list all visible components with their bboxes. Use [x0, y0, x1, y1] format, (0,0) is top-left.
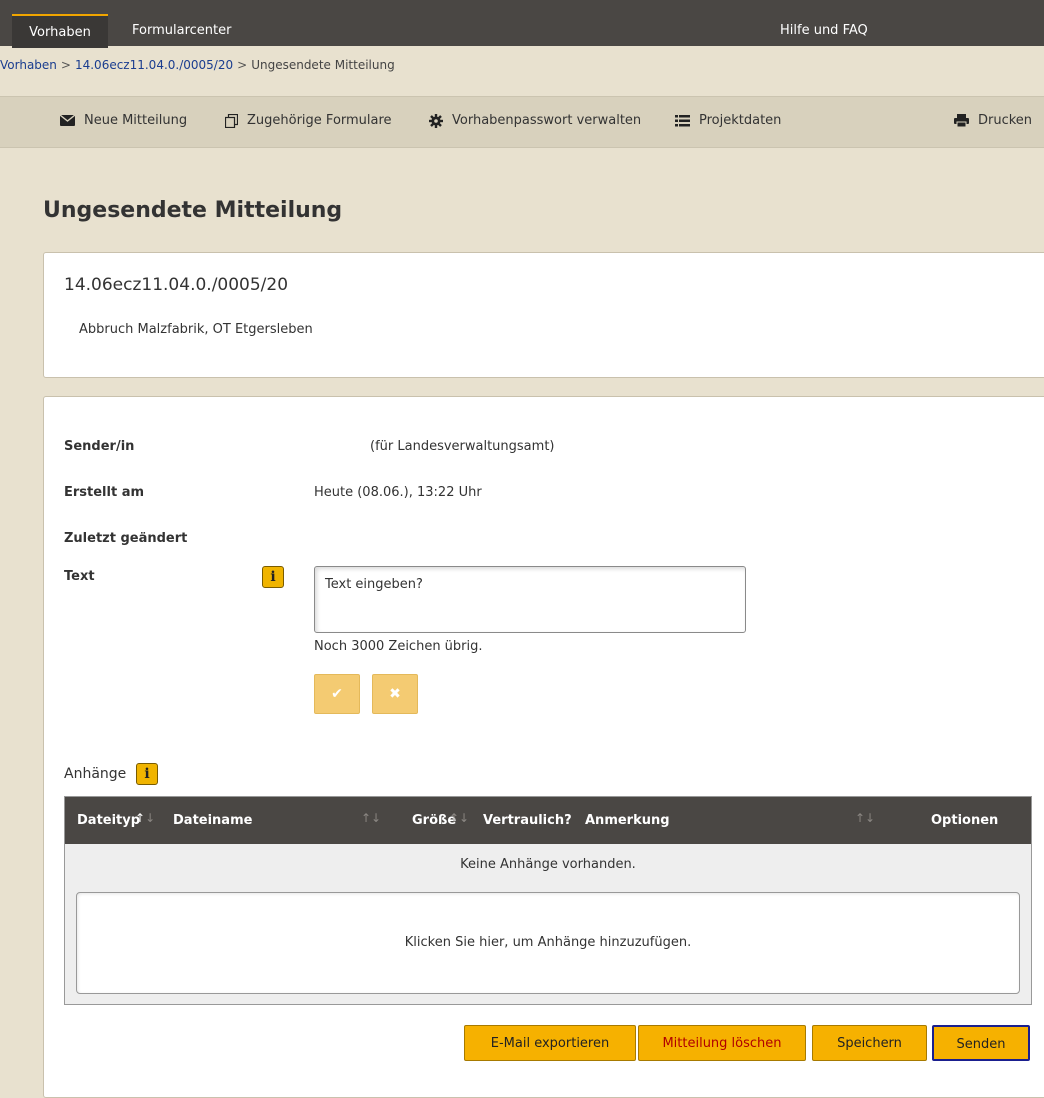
- no-attachments-message: Keine Anhänge vorhanden.: [460, 857, 636, 872]
- copy-icon: [225, 113, 238, 128]
- column-header-optionen: Optionen: [931, 813, 999, 828]
- list-icon: [675, 114, 690, 127]
- breadcrumb-link-vorhaben[interactable]: Vorhaben: [0, 58, 57, 72]
- column-header-dateityp[interactable]: Dateityp: [77, 813, 140, 828]
- discard-text-button[interactable]: ✖: [372, 674, 418, 714]
- project-description: Abbruch Malzfabrik, OT Etgersleben: [79, 322, 313, 337]
- page-title: Ungesendete Mitteilung: [43, 198, 343, 223]
- related-forms-label: Zugehörige Formulare: [247, 113, 392, 128]
- sender-value: (für Landesverwaltungsamt): [370, 439, 555, 454]
- manage-password-button[interactable]: Vorhabenpasswort verwalten: [429, 113, 641, 128]
- manage-password-label: Vorhabenpasswort verwalten: [452, 113, 642, 128]
- last-changed-label: Zuletzt geändert: [64, 531, 188, 546]
- new-message-button[interactable]: Neue Mitteilung: [60, 113, 187, 128]
- attachments-label: Anhänge: [64, 766, 127, 782]
- breadcrumb-separator: >: [60, 58, 71, 72]
- related-forms-button[interactable]: Zugehörige Formulare: [225, 113, 392, 128]
- close-icon: ✖: [389, 686, 401, 702]
- attachments-table: Dateityp ↑↓ Dateiname ↑↓ Größe ↑↓ Vertra…: [64, 796, 1032, 1005]
- column-header-dateiname[interactable]: Dateiname: [173, 813, 252, 828]
- column-header-vertraulich[interactable]: Vertraulich?: [483, 813, 572, 828]
- tab-vorhaben[interactable]: Vorhaben: [12, 14, 108, 48]
- print-button[interactable]: Drucken: [954, 113, 1032, 128]
- tab-hilfe-und-faq[interactable]: Hilfe und FAQ: [780, 14, 868, 46]
- envelope-icon: [60, 115, 75, 126]
- action-toolbar: Neue Mitteilung Zugehörige Formulare Vor…: [0, 96, 1044, 148]
- project-card: 14.06ecz11.04.0./0005/20 Abbruch Malzfab…: [43, 252, 1044, 378]
- created-value: Heute (08.06.), 13:22 Uhr: [314, 485, 482, 500]
- send-button[interactable]: Senden: [932, 1025, 1030, 1061]
- breadcrumb-current: Ungesendete Mitteilung: [251, 58, 395, 72]
- top-navigation-bar: Vorhaben Formularcenter Hilfe und FAQ: [0, 0, 1044, 48]
- checkmark-icon: ✔: [331, 686, 343, 702]
- printer-icon: [954, 114, 969, 127]
- delete-message-button[interactable]: Mitteilung löschen: [638, 1025, 806, 1061]
- breadcrumb-separator: >: [237, 58, 248, 72]
- breadcrumb: Vorhaben >14.06ecz11.04.0./0005/20 > Ungese…: [0, 58, 395, 82]
- project-data-button[interactable]: Projektdaten: [675, 113, 781, 128]
- sort-icon[interactable]: ↑↓: [449, 811, 469, 825]
- chars-remaining: Noch 3000 Zeichen übrig.: [314, 639, 483, 654]
- created-label: Erstellt am: [64, 485, 145, 500]
- column-header-anmerkung[interactable]: Anmerkung: [585, 813, 670, 828]
- sort-icon[interactable]: ↑↓: [855, 811, 875, 825]
- export-email-button[interactable]: E-Mail exportieren: [464, 1025, 636, 1061]
- message-text-input[interactable]: Text eingeben?: [314, 566, 746, 633]
- attachments-info-icon[interactable]: i: [136, 763, 158, 785]
- project-number: 14.06ecz11.04.0./0005/20: [64, 275, 289, 295]
- attachments-table-header: Dateityp ↑↓ Dateiname ↑↓ Größe ↑↓ Vertra…: [65, 797, 1031, 844]
- breadcrumb-link-project[interactable]: 14.06ecz11.04.0./0005/20: [75, 58, 233, 72]
- sender-label: Sender/in: [64, 439, 135, 454]
- sort-icon[interactable]: ↑↓: [361, 811, 381, 825]
- confirm-text-button[interactable]: ✔: [314, 674, 360, 714]
- print-label: Drucken: [978, 113, 1033, 128]
- project-data-label: Projektdaten: [699, 113, 782, 128]
- save-button[interactable]: Speichern: [812, 1025, 927, 1061]
- tab-formularcenter[interactable]: Formularcenter: [132, 14, 231, 46]
- gear-icon: [429, 113, 443, 128]
- sort-asc-icon[interactable]: ↑↓: [135, 811, 155, 825]
- text-label: Text: [64, 569, 95, 584]
- text-info-icon[interactable]: i: [262, 566, 284, 588]
- new-message-label: Neue Mitteilung: [84, 113, 188, 128]
- add-attachments-dropzone[interactable]: Klicken Sie hier, um Anhänge hinzuzufüge…: [76, 892, 1020, 994]
- message-card: Sender/in (für Landesverwaltungsamt) Ers…: [43, 396, 1044, 1098]
